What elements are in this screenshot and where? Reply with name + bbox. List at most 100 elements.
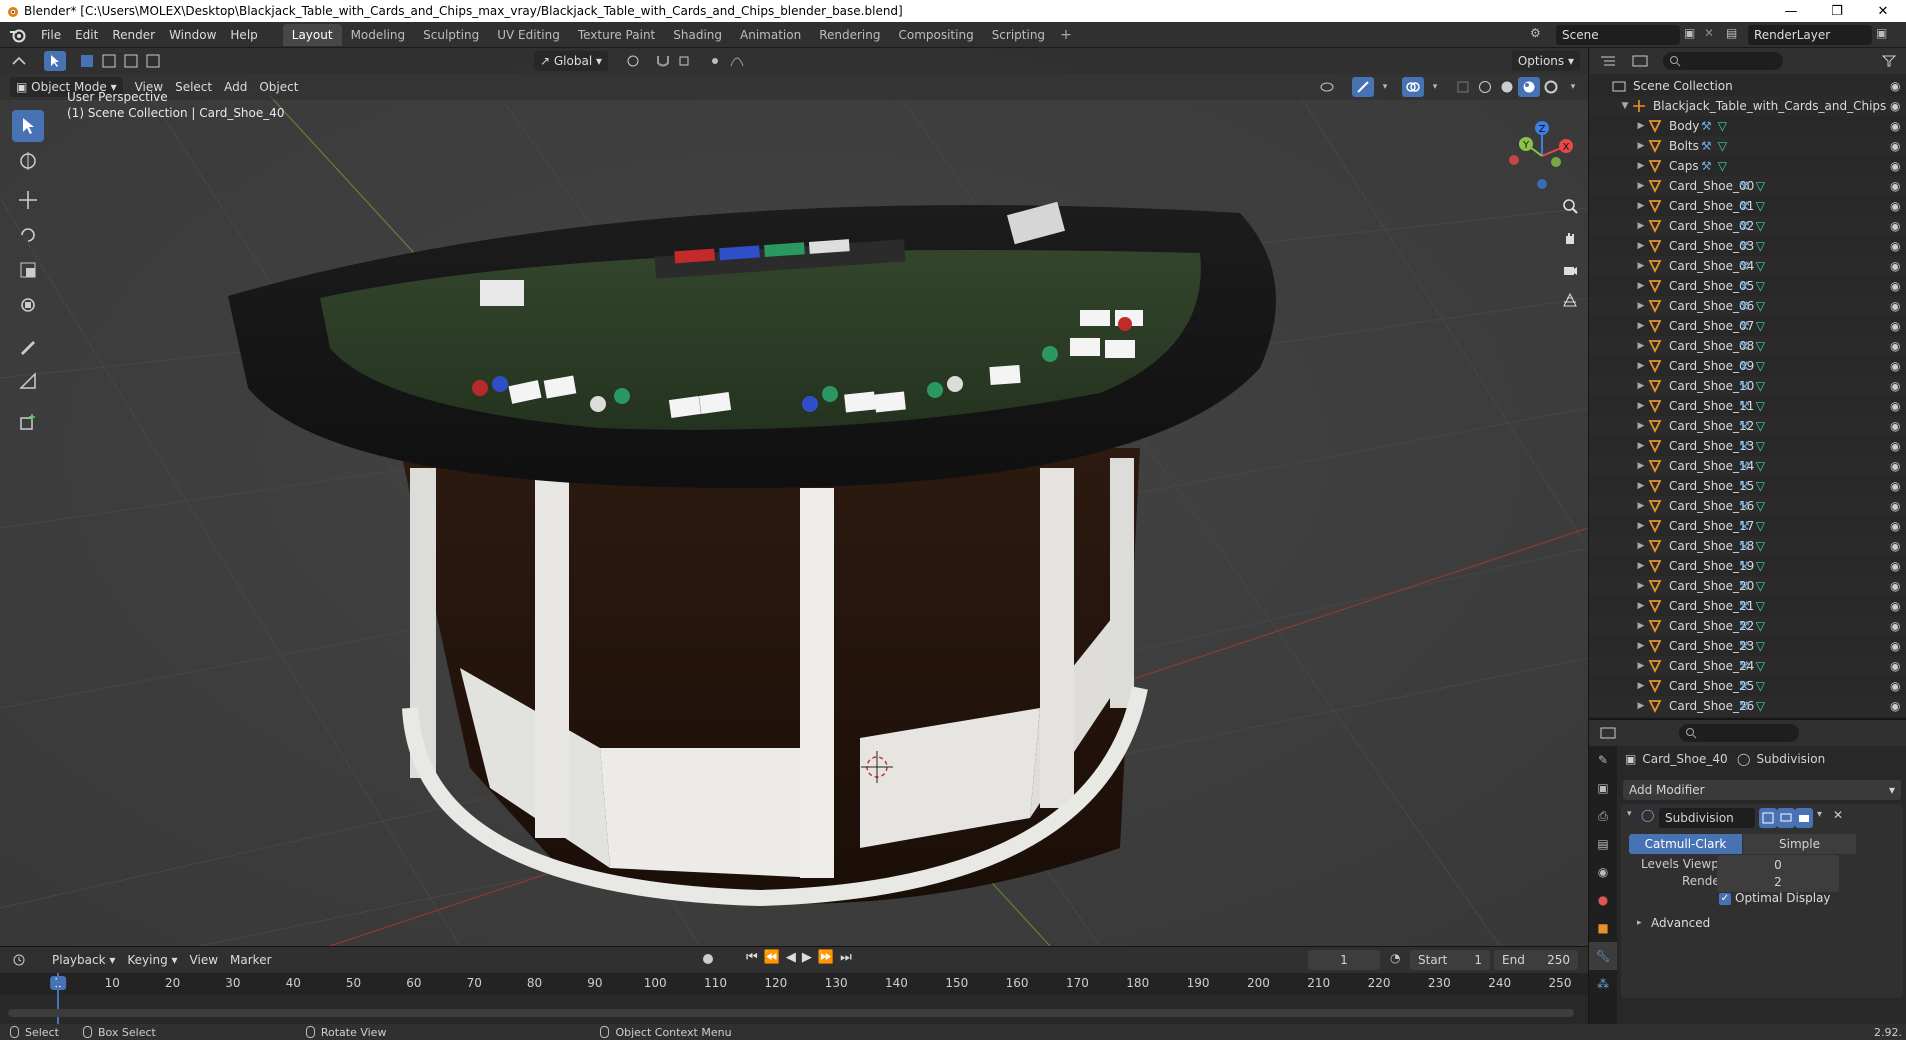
tab-animation[interactable]: Animation [731,24,810,46]
menu-help[interactable]: Help [223,24,264,46]
eye-icon[interactable]: ◉ [1890,339,1904,353]
modifier-wrench-icon[interactable]: ⚒ [1739,239,1750,253]
expand-arrow-icon[interactable]: ▶ [1635,161,1647,171]
eye-icon[interactable]: ◉ [1890,199,1904,213]
editor-type-icon[interactable] [8,51,30,71]
expand-arrow-icon[interactable]: ▶ [1635,121,1647,131]
navigation-gizmo[interactable]: Z X Y [1500,114,1584,198]
expand-arrow-icon[interactable]: ▶ [1635,321,1647,331]
play-reverse-icon[interactable]: ◀ [786,950,802,965]
modifier-wrench-icon[interactable]: ⚒ [1739,599,1750,613]
tab-shading[interactable]: Shading [664,24,731,46]
mesh-data-icon[interactable]: ▽ [1756,319,1765,333]
view-layer-tab-icon[interactable]: ▤ [1589,830,1617,858]
outliner-item[interactable]: ▶ Card_Shoe_23 ⚒ ▽ ◉ [1589,636,1906,656]
outliner-item[interactable]: ▶ Card_Shoe_22 ⚒ ▽ ◉ [1589,616,1906,636]
modifier-wrench-icon[interactable]: ⚒ [1739,399,1750,413]
render-toggle-icon[interactable] [1795,808,1813,828]
start-frame-field[interactable]: Start 1 [1410,950,1490,970]
modifier-wrench-icon[interactable]: ⚒ [1739,259,1750,273]
advanced-expand-icon[interactable]: ▸ [1637,918,1642,928]
simple-button[interactable]: Simple [1743,834,1856,854]
mesh-data-icon[interactable]: ▽ [1756,479,1765,493]
timeline-scrollbar[interactable] [8,1009,1574,1017]
measure-tool-icon[interactable] [12,365,44,397]
eye-icon[interactable]: ◉ [1890,499,1904,513]
pan-view-icon[interactable] [1558,226,1582,250]
modifier-tab-icon[interactable]: 🔧︎ [1589,942,1617,970]
timeline-editor-type-icon[interactable] [8,950,30,970]
tab-uv-editing[interactable]: UV Editing [488,24,569,46]
eye-icon[interactable]: ◉ [1890,579,1904,593]
optimal-display-checkbox[interactable]: ✓ [1719,893,1731,905]
eye-icon[interactable]: ◉ [1890,239,1904,253]
select-box-tool-icon[interactable] [12,110,44,142]
view-layer-selector[interactable]: RenderLayer [1748,25,1872,45]
eye-icon[interactable]: ◉ [1890,539,1904,553]
modifier-wrench-icon[interactable]: ⚒ [1739,439,1750,453]
eye-icon[interactable]: ◉ [1890,359,1904,373]
tab-rendering[interactable]: Rendering [810,24,889,46]
minimize-button[interactable]: — [1768,0,1814,22]
eye-icon[interactable]: ◉ [1890,659,1904,673]
expand-arrow-icon[interactable]: ▶ [1635,141,1647,151]
expand-arrow-icon[interactable]: ▶ [1635,421,1647,431]
current-frame-field[interactable]: 1 [1308,950,1380,970]
eye-icon[interactable]: ◉ [1890,439,1904,453]
mesh-data-icon[interactable]: ▽ [1756,339,1765,353]
tab-sculpting[interactable]: Sculpting [414,24,488,46]
outliner-item[interactable]: ▶ Card_Shoe_10 ⚒ ▽ ◉ [1589,376,1906,396]
material-preview-icon[interactable] [1518,77,1540,97]
mesh-data-icon[interactable]: ▽ [1756,539,1765,553]
eye-icon[interactable]: ◉ [1890,519,1904,533]
menu-keying[interactable]: Keying ▾ [121,950,183,970]
expand-arrow-icon[interactable]: ▶ [1635,241,1647,251]
menu-add[interactable]: Add [218,77,253,97]
eye-icon[interactable]: ◉ [1890,299,1904,313]
gizmo-dropdown-icon[interactable]: ▾ [1374,77,1396,97]
remove-scene-icon[interactable]: ✕ [1704,26,1714,40]
modifier-wrench-icon[interactable]: ⚒ [1739,619,1750,633]
blender-menu-icon[interactable] [8,25,28,45]
solid-shading-icon[interactable] [1496,77,1518,97]
menu-render[interactable]: Render [105,24,162,46]
expand-arrow-icon[interactable]: ▶ [1635,661,1647,671]
zoom-view-icon[interactable] [1558,194,1582,218]
modifier-wrench-icon[interactable]: ⚒ [1739,279,1750,293]
select-invert-icon[interactable] [142,51,164,71]
mesh-data-icon[interactable]: ▽ [1756,519,1765,533]
mesh-data-icon[interactable]: ▽ [1756,179,1765,193]
select-new-icon[interactable] [76,51,98,71]
outliner-item[interactable]: ▶ Card_Shoe_06 ⚒ ▽ ◉ [1589,296,1906,316]
select-subtract-icon[interactable] [120,51,142,71]
select-tool-icon[interactable] [44,51,66,71]
outliner-item[interactable]: ▶ Card_Shoe_17 ⚒ ▽ ◉ [1589,516,1906,536]
eye-icon[interactable]: ◉ [1890,159,1904,173]
jump-end-icon[interactable]: ⏭ [840,950,858,965]
expand-arrow-icon[interactable]: ▶ [1635,481,1647,491]
properties-search-input[interactable] [1679,724,1799,742]
new-scene-icon[interactable]: ▣ [1684,26,1695,40]
output-tab-icon[interactable]: ⎙ [1589,802,1617,830]
rotate-tool-icon[interactable] [12,219,44,251]
expand-arrow-icon[interactable]: ▶ [1635,501,1647,511]
modifier-wrench-icon[interactable]: ⚒ [1739,579,1750,593]
tab-compositing[interactable]: Compositing [889,24,982,46]
outliner-item[interactable]: ▶ Card_Shoe_14 ⚒ ▽ ◉ [1589,456,1906,476]
modifier-wrench-icon[interactable]: ⚒ [1739,659,1750,673]
eye-icon[interactable]: ◉ [1890,179,1904,193]
expand-arrow-icon[interactable]: ▶ [1635,201,1647,211]
modifier-wrench-icon[interactable]: ⚒ [1739,379,1750,393]
catmull-clark-button[interactable]: Catmull-Clark [1629,834,1742,854]
outliner-item[interactable]: ▶ Card_Shoe_18 ⚒ ▽ ◉ [1589,536,1906,556]
outliner-item[interactable]: ▶ Card_Shoe_11 ⚒ ▽ ◉ [1589,396,1906,416]
mesh-data-icon[interactable]: ▽ [1756,599,1765,613]
menu-object[interactable]: Object [253,77,304,97]
tab-modeling[interactable]: Modeling [342,24,415,46]
modifier-wrench-icon[interactable]: ⚒ [1739,679,1750,693]
outliner-item[interactable]: ▶ Card_Shoe_19 ⚒ ▽ ◉ [1589,556,1906,576]
expand-arrow-icon[interactable]: ▶ [1635,381,1647,391]
modifier-wrench-icon[interactable]: ⚒ [1739,319,1750,333]
mesh-data-icon[interactable]: ▽ [1756,459,1765,473]
modifier-wrench-icon[interactable]: ⚒ [1739,499,1750,513]
